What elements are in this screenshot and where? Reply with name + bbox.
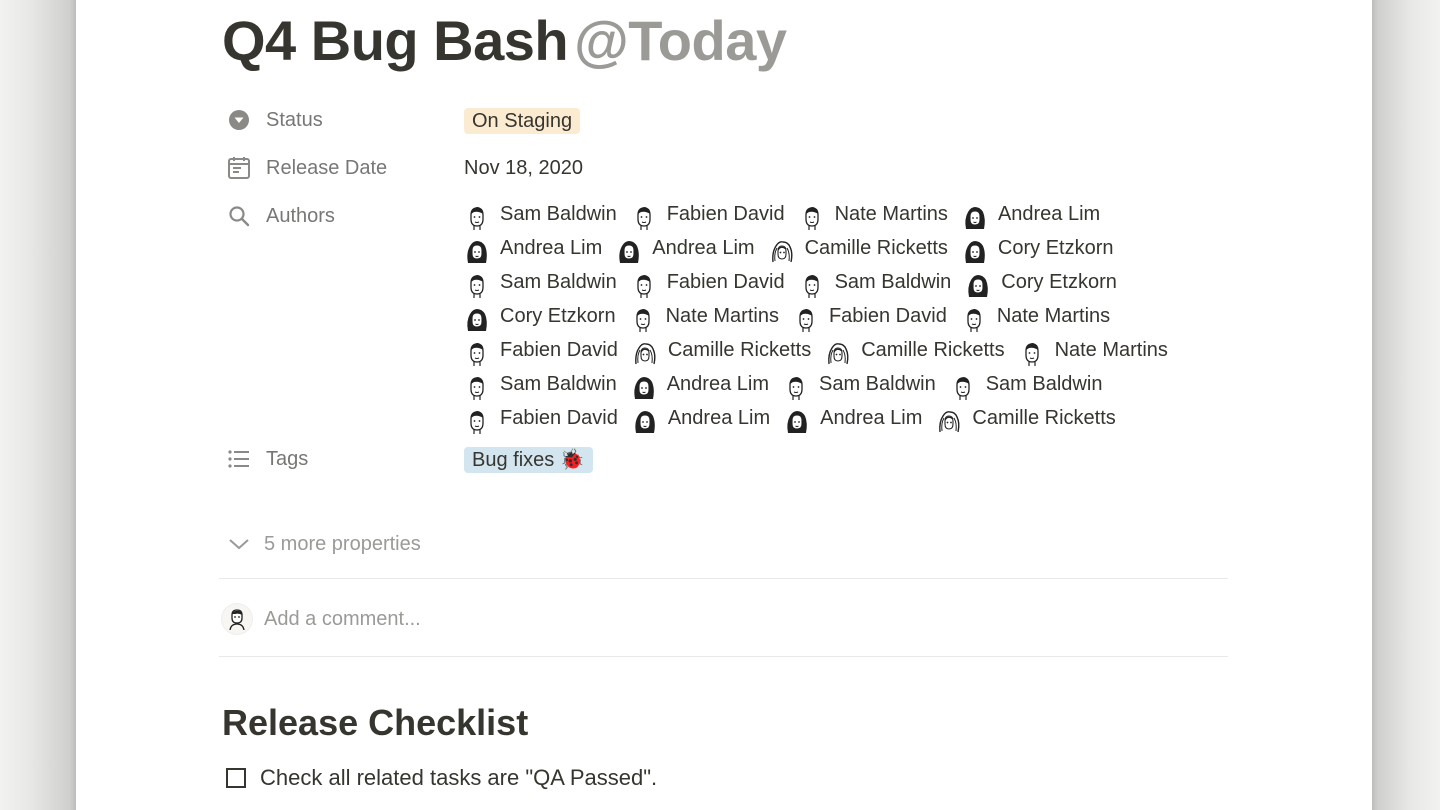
page-title-text: Q4 Bug Bash: [222, 9, 569, 72]
checkbox[interactable]: [226, 768, 246, 788]
property-label-text: Release Date: [266, 157, 388, 179]
author-row: Fabien David Andrea Lim Andrea Lim Camille …: [464, 401, 1232, 435]
search-icon: [226, 192, 252, 240]
property-release-date[interactable]: Release Date Nov 18, 2020: [222, 144, 1232, 192]
comment-input[interactable]: Add a comment...: [264, 608, 421, 631]
divider: [219, 656, 1228, 657]
divider: [219, 578, 1228, 579]
property-authors[interactable]: Authors Sam Baldwin Fabien David Nate Mart…: [222, 192, 1232, 435]
checklist-item-text[interactable]: Check all related tasks are "QA Passed".: [260, 765, 657, 791]
property-label-text: Tags: [266, 448, 309, 470]
avatar-icon: [632, 405, 658, 433]
page-content: Q4 Bug Bash @Today Status On Staging Rele…: [76, 0, 1372, 810]
list-icon: [226, 435, 252, 483]
status-badge[interactable]: On Staging: [464, 107, 581, 134]
property-value-tags[interactable]: Bug fixes 🐞: [464, 435, 1232, 483]
window-right-edge: [1372, 0, 1440, 810]
property-label-tags[interactable]: Tags: [222, 435, 464, 483]
page-title[interactable]: Q4 Bug Bash @Today: [222, 8, 787, 73]
checklist-item[interactable]: Check all related tasks are "QA Passed".: [226, 762, 657, 794]
more-properties-label: 5 more properties: [264, 532, 421, 555]
calendar-icon: [226, 144, 252, 192]
property-label-authors[interactable]: Authors: [222, 192, 464, 240]
property-label-release-date[interactable]: Release Date: [222, 144, 464, 192]
avatar-icon: [464, 405, 490, 434]
chevron-down-icon: [226, 537, 252, 551]
window-left-edge: [0, 0, 76, 810]
property-label-status[interactable]: Status: [222, 96, 464, 144]
section-heading[interactable]: Release Checklist: [222, 702, 528, 744]
tag-badge[interactable]: Bug fixes 🐞: [464, 446, 593, 473]
property-value-status[interactable]: On Staging: [464, 96, 1232, 144]
date-mention[interactable]: @Today: [574, 9, 787, 72]
user-avatar: [222, 604, 252, 634]
property-label-text: Status: [266, 109, 323, 131]
property-tags[interactable]: Tags Bug fixes 🐞: [222, 435, 1232, 483]
avatar-icon: [936, 405, 962, 433]
property-label-text: Authors: [266, 205, 335, 227]
status-icon: [226, 96, 252, 144]
property-value-release-date[interactable]: Nov 18, 2020: [464, 144, 1232, 192]
comment-box[interactable]: Add a comment...: [222, 601, 421, 637]
property-status[interactable]: Status On Staging: [222, 96, 1232, 144]
avatar-icon: [784, 405, 810, 433]
properties-panel: Status On Staging Release Date Nov 18, 2…: [222, 96, 1232, 483]
authors-list[interactable]: Sam Baldwin Fabien David Nate Martins Andre…: [464, 192, 1232, 435]
more-properties-toggle[interactable]: 5 more properties: [226, 528, 421, 560]
